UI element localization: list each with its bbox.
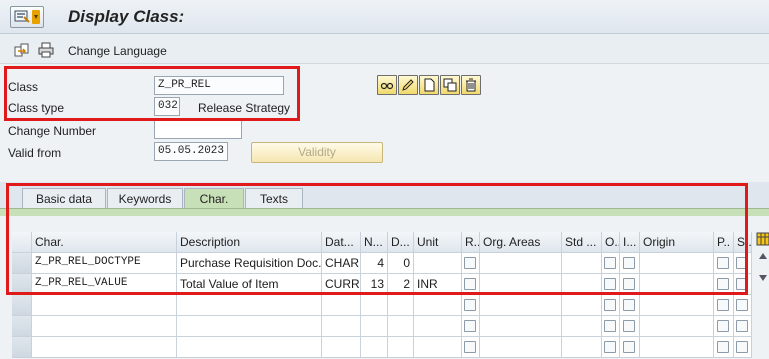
cell-char[interactable] xyxy=(32,316,177,337)
cell-datatype[interactable] xyxy=(322,295,361,316)
checkbox-i[interactable] xyxy=(623,320,635,332)
print-icon[interactable] xyxy=(38,42,54,58)
checkbox-s[interactable] xyxy=(736,341,748,353)
checkbox-o[interactable] xyxy=(604,299,616,311)
checkbox-s[interactable] xyxy=(736,299,748,311)
cell-dec[interactable] xyxy=(388,316,414,337)
cell-datatype[interactable] xyxy=(322,316,361,337)
cell-origin[interactable] xyxy=(640,316,714,337)
pencil-icon xyxy=(402,79,414,91)
validity-button[interactable]: Validity xyxy=(251,142,383,163)
cell-std[interactable] xyxy=(562,295,602,316)
copy-button[interactable] xyxy=(440,75,460,95)
cell-description[interactable] xyxy=(177,295,322,316)
cell-description[interactable] xyxy=(177,316,322,337)
cell-num[interactable] xyxy=(361,295,388,316)
scroll-down-icon[interactable] xyxy=(758,274,768,282)
page-title: Display Class: xyxy=(68,7,185,26)
copy-icon xyxy=(443,78,457,92)
row-selector[interactable] xyxy=(12,295,32,316)
change-button[interactable] xyxy=(398,75,418,95)
cell-std[interactable] xyxy=(562,337,602,358)
checkbox-p[interactable] xyxy=(717,320,729,332)
checkbox-r[interactable] xyxy=(464,299,476,311)
cell-dec[interactable] xyxy=(388,295,414,316)
cell-org-areas[interactable] xyxy=(480,316,562,337)
cell-org-areas[interactable] xyxy=(480,295,562,316)
cell-origin[interactable] xyxy=(640,295,714,316)
valid-from-label: Valid from xyxy=(8,146,62,160)
system-menu-button[interactable] xyxy=(10,6,44,28)
cell-char[interactable] xyxy=(32,295,177,316)
cell-char[interactable] xyxy=(32,337,177,358)
glasses-pencil-icon xyxy=(380,82,394,90)
cell-std[interactable] xyxy=(562,316,602,337)
checkbox-i[interactable] xyxy=(623,299,635,311)
display-change-button[interactable] xyxy=(377,75,397,95)
table-row[interactable] xyxy=(12,316,752,337)
application-toolbar: Change Language xyxy=(0,34,769,64)
row-selector[interactable] xyxy=(12,337,32,358)
cell-num[interactable] xyxy=(361,337,388,358)
table-scrollbar[interactable] xyxy=(755,232,769,359)
checkbox-o[interactable] xyxy=(604,341,616,353)
checkbox-o[interactable] xyxy=(604,320,616,332)
valid-from-field[interactable]: 05.05.2023 xyxy=(154,142,228,161)
cell-dec[interactable] xyxy=(388,337,414,358)
highlight-box-class xyxy=(4,66,300,121)
cell-unit[interactable] xyxy=(414,316,462,337)
checkbox-r[interactable] xyxy=(464,341,476,353)
checkbox-i[interactable] xyxy=(623,341,635,353)
cell-description[interactable] xyxy=(177,337,322,358)
change-number-label: Change Number xyxy=(8,124,97,138)
cell-datatype[interactable] xyxy=(322,337,361,358)
cell-unit[interactable] xyxy=(414,337,462,358)
cell-num[interactable] xyxy=(361,316,388,337)
checkbox-p[interactable] xyxy=(717,299,729,311)
change-number-field[interactable] xyxy=(154,120,242,139)
checkbox-s[interactable] xyxy=(736,320,748,332)
other-object-icon[interactable] xyxy=(14,42,30,58)
scroll-up-icon[interactable] xyxy=(758,252,768,260)
cell-org-areas[interactable] xyxy=(480,337,562,358)
checkbox-p[interactable] xyxy=(717,341,729,353)
table-row[interactable] xyxy=(12,295,752,316)
checkbox-r[interactable] xyxy=(464,320,476,332)
title-bar: Display Class: xyxy=(0,0,769,34)
column-settings-icon[interactable] xyxy=(756,232,769,246)
delete-button[interactable] xyxy=(461,75,481,95)
new-page-icon xyxy=(424,78,435,92)
chevron-down-icon xyxy=(32,10,40,24)
trash-icon xyxy=(466,78,476,92)
highlight-box-characteristics xyxy=(6,183,748,295)
row-selector[interactable] xyxy=(12,316,32,337)
table-row[interactable] xyxy=(12,337,752,358)
change-language-button[interactable]: Change Language xyxy=(68,44,167,58)
menu-icon xyxy=(14,10,30,23)
cell-unit[interactable] xyxy=(414,295,462,316)
cell-origin[interactable] xyxy=(640,337,714,358)
create-button[interactable] xyxy=(419,75,439,95)
